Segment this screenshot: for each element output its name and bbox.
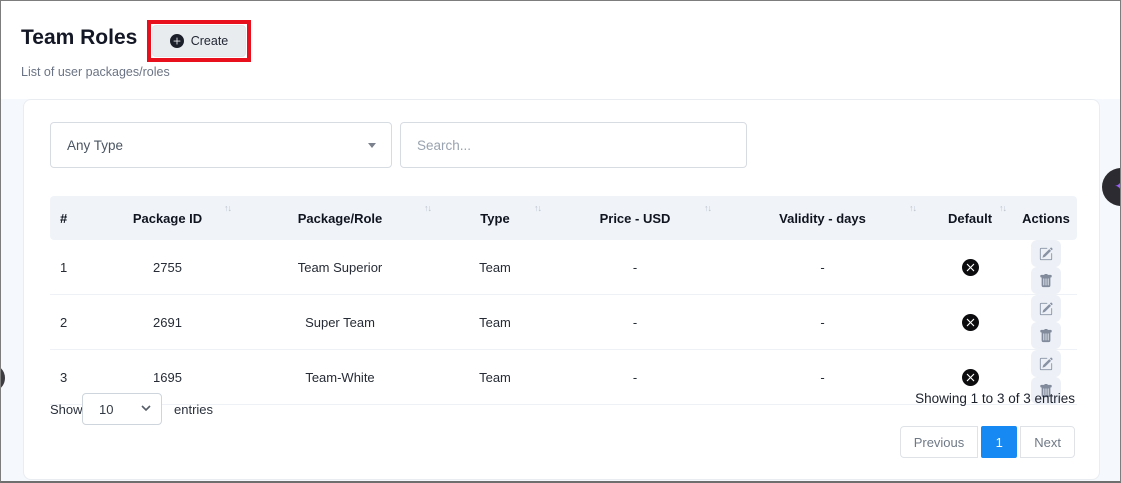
next-page-button[interactable]: Next <box>1020 426 1075 458</box>
times-circle-icon <box>962 259 979 276</box>
row-index: 1 <box>50 240 95 295</box>
sort-arrows-icon[interactable]: ↑↓ <box>224 203 231 213</box>
table-header-row: # Package ID↑↓ Package/Role↑↓ Type↑↓ Pri… <box>50 196 1077 240</box>
page-1-button[interactable]: 1 <box>981 426 1017 458</box>
trash-icon <box>1039 329 1053 343</box>
actions-cell <box>1015 240 1077 295</box>
type-cell: Team <box>440 240 550 295</box>
pencil-square-icon <box>1039 357 1053 371</box>
column-header-default[interactable]: Default↑↓ <box>925 196 1015 240</box>
column-header-package-id[interactable]: Package ID↑↓ <box>95 196 240 240</box>
table-row: 2 2691 Super Team Team - - <box>50 295 1077 350</box>
search-input[interactable] <box>400 122 747 168</box>
show-label: Show <box>50 402 83 417</box>
price-cell: - <box>550 295 720 350</box>
page-size-select[interactable]: 10 <box>82 393 162 425</box>
times-circle-icon <box>962 314 979 331</box>
roles-table: # Package ID↑↓ Package/Role↑↓ Type↑↓ Pri… <box>50 196 1077 405</box>
column-header-validity[interactable]: Validity - days↑↓ <box>720 196 925 240</box>
default-cell <box>925 295 1015 350</box>
entries-label: entries <box>174 402 213 417</box>
annotation-highlight-box: Create <box>147 20 251 62</box>
sort-arrows-icon[interactable]: ↑↓ <box>424 203 431 213</box>
column-header-price[interactable]: Price - USD↑↓ <box>550 196 720 240</box>
create-button-label: Create <box>191 34 229 48</box>
previous-page-button[interactable]: Previous <box>900 426 979 458</box>
column-header-actions: Actions <box>1015 196 1077 240</box>
sort-arrows-icon[interactable]: ↑↓ <box>534 203 541 213</box>
type-cell: Team <box>440 295 550 350</box>
create-button[interactable]: Create <box>152 25 246 57</box>
package-role-cell: Team Superior <box>240 240 440 295</box>
pencil-square-icon <box>1039 302 1053 316</box>
page-title: Team Roles <box>21 26 137 50</box>
edit-button[interactable] <box>1031 295 1061 322</box>
package-role-cell: Team-White <box>240 350 440 405</box>
column-header-index: # <box>50 196 95 240</box>
price-cell: - <box>550 240 720 295</box>
edit-button[interactable] <box>1031 240 1061 267</box>
actions-cell <box>1015 295 1077 350</box>
sort-arrows-icon[interactable]: ↑↓ <box>909 203 916 213</box>
type-filter-value: Any Type <box>67 138 123 153</box>
price-cell: - <box>550 350 720 405</box>
entries-summary: Showing 1 to 3 of 3 entries <box>915 391 1075 406</box>
package-id-cell: 2691 <box>95 295 240 350</box>
type-filter-select[interactable]: Any Type <box>50 122 392 168</box>
sparkle-icon: ✦ <box>1114 177 1121 197</box>
sort-arrows-icon[interactable]: ↑↓ <box>704 203 711 213</box>
sort-arrows-icon[interactable]: ↑↓ <box>999 203 1006 213</box>
plus-circle-icon <box>170 34 184 48</box>
package-role-cell: Super Team <box>240 295 440 350</box>
page-size-value: 10 <box>99 402 113 417</box>
trash-icon <box>1039 274 1053 288</box>
times-circle-icon <box>962 369 979 386</box>
type-cell: Team <box>440 350 550 405</box>
team-roles-page: Team Roles Create List of user packages/… <box>0 0 1121 483</box>
roles-card: Any Type # Package ID↑↓ Package/Role↑↓ T… <box>23 99 1100 480</box>
caret-down-icon <box>368 143 376 148</box>
table-row: 1 2755 Team Superior Team - - <box>50 240 1077 295</box>
validity-cell: - <box>720 350 925 405</box>
chevron-down-icon <box>141 405 151 412</box>
column-header-package-role[interactable]: Package/Role↑↓ <box>240 196 440 240</box>
delete-button[interactable] <box>1031 267 1061 294</box>
default-cell <box>925 240 1015 295</box>
pagination: Previous 1 Next <box>900 426 1075 458</box>
column-header-type[interactable]: Type↑↓ <box>440 196 550 240</box>
edit-button[interactable] <box>1031 350 1061 377</box>
row-index: 2 <box>50 295 95 350</box>
page-subtitle: List of user packages/roles <box>21 65 170 79</box>
validity-cell: - <box>720 240 925 295</box>
validity-cell: - <box>720 295 925 350</box>
delete-button[interactable] <box>1031 322 1061 349</box>
pencil-square-icon <box>1039 247 1053 261</box>
package-id-cell: 2755 <box>95 240 240 295</box>
